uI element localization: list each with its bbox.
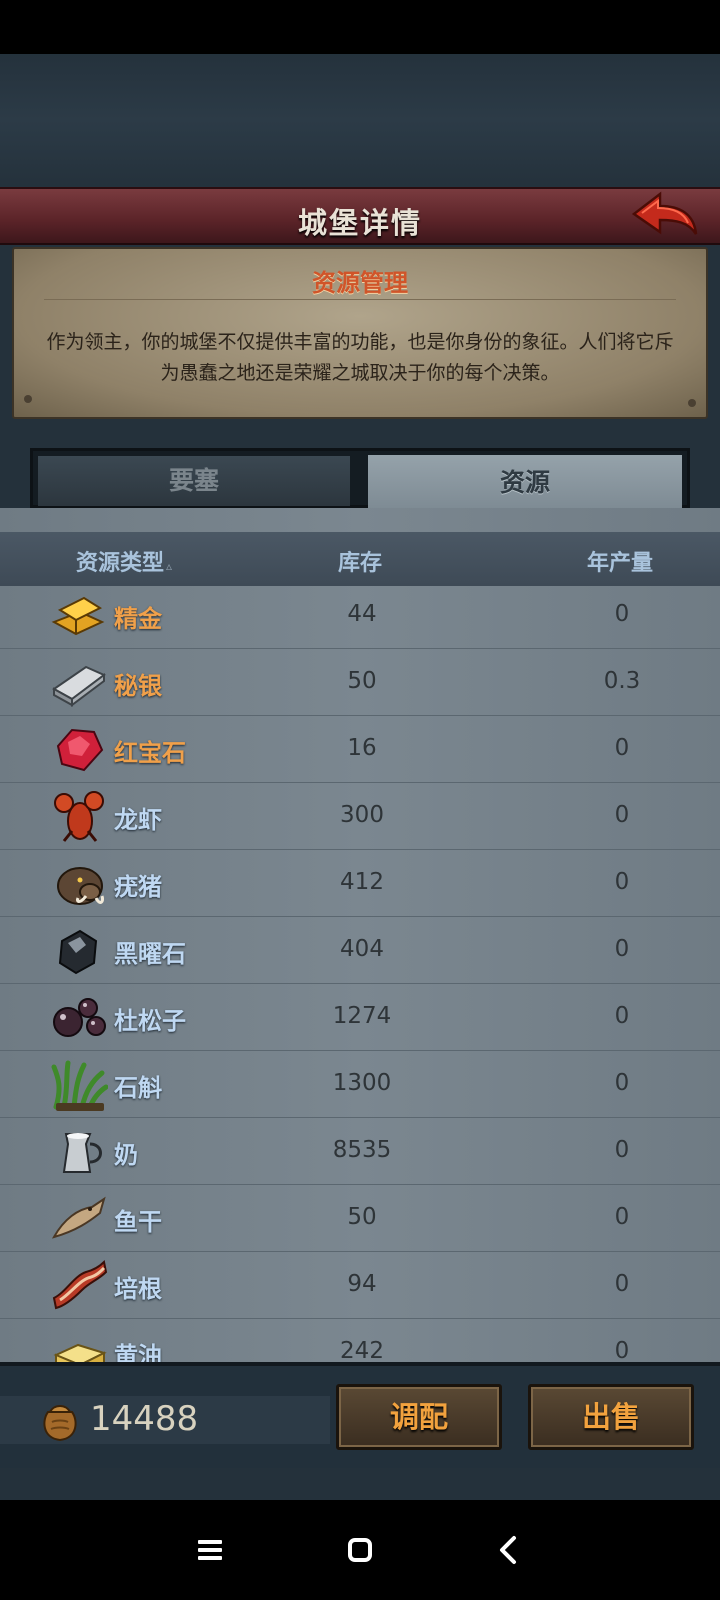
- boar-icon: [50, 856, 108, 912]
- bacon-icon: [50, 1258, 108, 1314]
- resource-yearly-output: 0: [614, 735, 630, 761]
- resource-name: 杜松子: [114, 1007, 186, 1035]
- resource-name: 秘银: [114, 672, 162, 700]
- table-row[interactable]: 黑曜石 404 0: [0, 917, 720, 984]
- resource-stock: 242: [340, 1338, 384, 1362]
- table-row[interactable]: 培根 94 0: [0, 1252, 720, 1319]
- resource-yearly-output: 0: [614, 1137, 630, 1163]
- resource-stock: 404: [340, 936, 384, 962]
- gold-amount: 14488: [90, 1399, 199, 1439]
- back-arrow-icon[interactable]: [630, 190, 700, 242]
- menu-icon[interactable]: [190, 1530, 230, 1570]
- home-icon[interactable]: [340, 1530, 380, 1570]
- resource-name: 精金: [114, 605, 162, 633]
- ruby-icon: [50, 722, 108, 778]
- resource-stock: 94: [347, 1271, 377, 1297]
- table-row[interactable]: 红宝石 16 0: [0, 716, 720, 783]
- allocate-button[interactable]: 调配: [336, 1384, 502, 1450]
- resource-name: 疣猪: [114, 873, 162, 901]
- resource-yearly-output: 0: [614, 1271, 630, 1297]
- table-row[interactable]: 疣猪 412 0: [0, 850, 720, 917]
- table-row[interactable]: 龙虾 300 0: [0, 783, 720, 850]
- title-banner: 城堡详情: [0, 187, 720, 245]
- table-row[interactable]: 黄油 242 0: [0, 1319, 720, 1362]
- resource-name: 石斛: [114, 1074, 162, 1102]
- table-row[interactable]: 杜松子 1274 0: [0, 984, 720, 1051]
- resource-name: 鱼干: [114, 1208, 162, 1236]
- back-nav-icon[interactable]: [490, 1530, 530, 1570]
- resource-yearly-output: 0: [614, 601, 630, 627]
- dendrobium-icon: [50, 1057, 109, 1113]
- silver-ingot-icon: [50, 655, 108, 711]
- resource-name: 培根: [114, 1275, 162, 1303]
- resource-yearly-output: 0: [614, 936, 630, 962]
- info-panel: 资源管理 作为领主，你的城堡不仅提供丰富的功能，也是你身份的象征。人们将它斥为愚…: [12, 247, 708, 419]
- table-row[interactable]: 鱼干 50 0: [0, 1185, 720, 1252]
- resource-stock: 50: [347, 1204, 377, 1230]
- resource-yearly-output: 0: [614, 1003, 630, 1029]
- resource-name: 黄油: [114, 1342, 162, 1362]
- resource-stock: 412: [340, 869, 384, 895]
- lobster-icon: [50, 789, 108, 845]
- page-title: 城堡详情: [297, 206, 422, 240]
- resource-name: 黑曜石: [114, 940, 186, 968]
- divider: [44, 299, 676, 300]
- resource-yearly-output: 0: [614, 1338, 630, 1362]
- resource-stock: 50: [347, 668, 377, 694]
- table-row[interactable]: 精金 44 0: [0, 582, 720, 649]
- column-header-yearly[interactable]: 年产量: [570, 545, 670, 577]
- table-row[interactable]: 秘银 50 0.3: [0, 649, 720, 716]
- resource-yearly-output: 0: [614, 1070, 630, 1096]
- resource-stock: 16: [347, 735, 377, 761]
- resource-yearly-output: 0.3: [603, 668, 641, 694]
- column-header-type-label: 资源类型: [76, 551, 165, 576]
- column-header-stock[interactable]: 库存: [330, 545, 390, 577]
- info-description: 作为领主，你的城堡不仅提供丰富的功能，也是你身份的象征。人们将它斥为愚蠢之地还是…: [46, 331, 674, 384]
- table-row[interactable]: 奶 8535 0: [0, 1118, 720, 1185]
- column-header-type[interactable]: 资源类型 ▵: [76, 545, 172, 577]
- tab-resources[interactable]: 资源: [368, 455, 682, 511]
- resource-yearly-output: 0: [614, 802, 630, 828]
- castle-details-screen: 城堡详情 资源管理 作为领主，你的城堡不仅提供丰富的功能，也是你身份的象征。人们…: [0, 0, 720, 1600]
- dried-fish-icon: [50, 1191, 108, 1247]
- juniper-berries-icon: [50, 990, 108, 1046]
- coin-bag-icon: [38, 1398, 82, 1444]
- resource-stock: 300: [340, 802, 384, 828]
- butter-icon: [50, 1325, 108, 1362]
- rivet-icon: [24, 395, 32, 403]
- resource-stock: 1300: [332, 1070, 392, 1096]
- sort-caret-icon: ▵: [166, 559, 173, 573]
- info-heading: 资源管理: [312, 269, 408, 297]
- obsidian-icon: [50, 923, 108, 979]
- rivet-icon: [688, 399, 696, 407]
- milk-jug-icon: [50, 1124, 108, 1180]
- resource-name: 龙虾: [114, 806, 162, 834]
- resource-name: 红宝石: [114, 739, 186, 767]
- resource-stock: 8535: [332, 1137, 392, 1163]
- status-bar: [0, 0, 720, 54]
- table-row[interactable]: 石斛 1300 0: [0, 1051, 720, 1118]
- sell-button[interactable]: 出售: [528, 1384, 694, 1450]
- resource-name: 奶: [114, 1141, 138, 1169]
- tab-fortress[interactable]: 要塞: [38, 456, 350, 506]
- resource-yearly-output: 0: [614, 869, 630, 895]
- gold-bar-icon: [50, 588, 108, 644]
- resource-yearly-output: 0: [614, 1204, 630, 1230]
- resource-stock: 1274: [332, 1003, 392, 1029]
- resource-stock: 44: [347, 601, 377, 627]
